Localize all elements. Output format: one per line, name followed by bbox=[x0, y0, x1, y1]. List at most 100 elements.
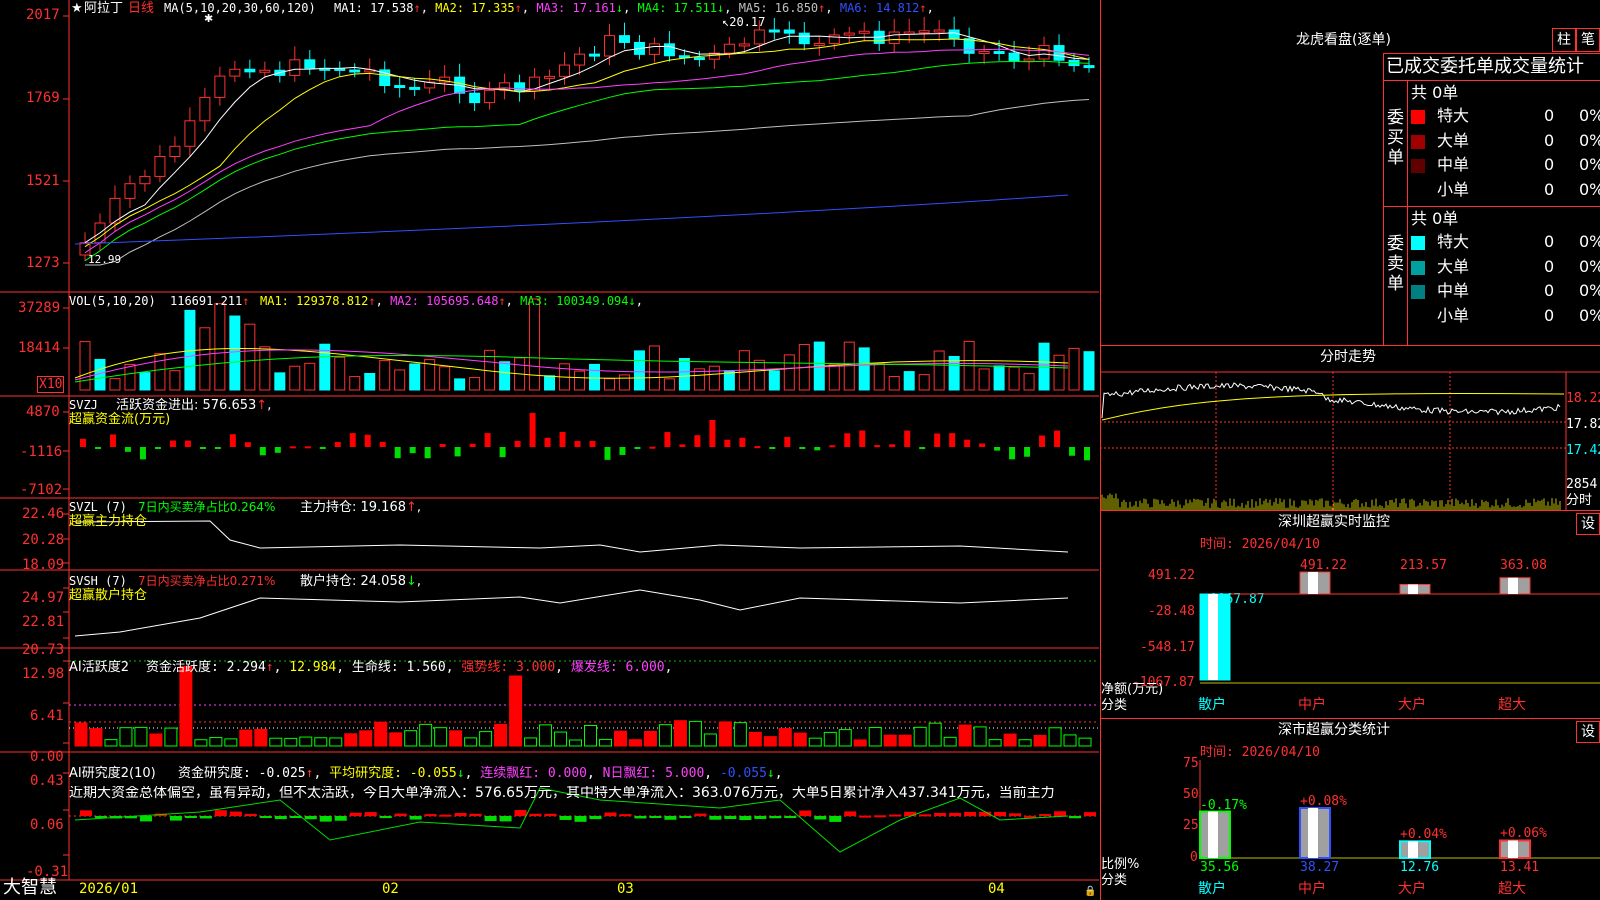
order-count: 0 bbox=[1544, 256, 1555, 276]
fund-flow-bar bbox=[964, 439, 971, 447]
fund-flow-bar bbox=[469, 443, 476, 447]
svzj-subtitle: 超赢资金流(万元) bbox=[69, 412, 171, 427]
period-label[interactable]: 日线 bbox=[128, 1, 154, 16]
fund-flow-bar bbox=[394, 447, 401, 459]
fund-flow-bar bbox=[274, 447, 281, 453]
classify-settings-button[interactable]: 设 bbox=[1576, 721, 1600, 743]
svzl-title: SVZL (7) bbox=[69, 500, 127, 514]
research-bar bbox=[184, 816, 197, 818]
legend-arrow: ↑ bbox=[368, 294, 376, 308]
legend-item: -0.055 bbox=[719, 766, 767, 781]
lock-icon[interactable]: 🔒 bbox=[1084, 884, 1096, 899]
legend-sep: , bbox=[375, 294, 391, 308]
volume-bar bbox=[1023, 373, 1035, 391]
volume-bar bbox=[349, 376, 361, 391]
x-tick: 02 bbox=[382, 881, 399, 897]
tick-view-button[interactable]: 笔 bbox=[1576, 28, 1600, 52]
classify-time: 时间: 2026/04/10 bbox=[1200, 745, 1320, 760]
volume-bar bbox=[334, 356, 346, 391]
volume-bar bbox=[304, 362, 316, 391]
svsh-subtitle: 超赢散户持仓 bbox=[69, 588, 148, 603]
fund-flow-bar bbox=[919, 447, 926, 450]
bar-view-button[interactable]: 柱 bbox=[1552, 28, 1576, 52]
svsh-title: SVSH (7) bbox=[69, 574, 127, 588]
volume-bar bbox=[948, 355, 960, 391]
kline-chart-area[interactable] bbox=[0, 0, 1100, 900]
vol-value: 116691.211↑ bbox=[170, 294, 249, 309]
volume-bar bbox=[633, 350, 645, 391]
research-bar bbox=[274, 816, 287, 820]
svzj-desc: 活跃资金进出: 576.653↑, bbox=[116, 398, 271, 413]
candle-body bbox=[574, 53, 586, 66]
classify-category-label: 大户 bbox=[1398, 881, 1426, 897]
color-swatch bbox=[1411, 260, 1425, 275]
research-bar bbox=[559, 816, 572, 820]
legend-arrow: ↓ bbox=[615, 1, 624, 15]
legend-item: 爆发线: 6.000 bbox=[570, 660, 665, 675]
research-bar bbox=[889, 814, 902, 817]
fund-flow-bar bbox=[139, 447, 146, 460]
classify-change-label: +0.08% bbox=[1300, 793, 1347, 809]
fund-flow-bar bbox=[829, 445, 836, 448]
fenshi-y-tick: 17.82 bbox=[1566, 417, 1600, 432]
legend-arrow: ↑ bbox=[919, 1, 927, 15]
tab-volume-stats[interactable]: 成交量统计 bbox=[1494, 57, 1584, 77]
y-tick: 22.81 bbox=[22, 614, 65, 630]
volume-bar bbox=[169, 370, 181, 391]
candle-body bbox=[1083, 65, 1095, 69]
vol-title: VOL(5,10,20) bbox=[69, 294, 156, 308]
buy-total: 共 0单 bbox=[1411, 83, 1459, 102]
research-bar bbox=[80, 810, 92, 816]
y-tick: 1769 bbox=[26, 90, 60, 106]
svzl-arrow: ↑ bbox=[406, 500, 417, 515]
y-tick: 18.09 bbox=[22, 557, 65, 573]
activity-bar bbox=[658, 724, 672, 747]
volume-bar bbox=[903, 371, 915, 391]
fund-flow-bar bbox=[664, 432, 671, 447]
monitor-value-label: 213.57 bbox=[1400, 558, 1447, 573]
svsh-desc1: 7日内买卖净占比0.271% bbox=[138, 574, 276, 588]
volume-bar bbox=[768, 370, 780, 391]
candle-body bbox=[798, 32, 810, 45]
ma6-line bbox=[74, 194, 1069, 245]
fund-flow-bar bbox=[754, 446, 761, 449]
order-size-label: 小单 bbox=[1437, 179, 1470, 199]
tab-orders[interactable]: 委托单 bbox=[1440, 57, 1494, 77]
monitor-category-label: 大户 bbox=[1398, 697, 1426, 713]
research-bar bbox=[709, 816, 722, 820]
longhu-title: 龙虎看盘(逐单) bbox=[1296, 32, 1391, 48]
research-bar bbox=[514, 810, 527, 816]
activity-bar bbox=[853, 739, 867, 747]
candle-body bbox=[768, 29, 780, 33]
fund-flow-bar bbox=[184, 440, 191, 447]
x-tick: 03 bbox=[617, 881, 634, 897]
activity-bar bbox=[703, 733, 717, 747]
activity-bar bbox=[479, 731, 493, 747]
candle-body bbox=[618, 35, 630, 43]
favorite-star-icon[interactable]: ★ bbox=[71, 1, 83, 16]
monitor-settings-button[interactable]: 设 bbox=[1576, 513, 1600, 535]
legend-item: MA3: 17.161 bbox=[536, 1, 616, 15]
app-logo[interactable]: 大智慧 bbox=[3, 878, 57, 898]
candle-body bbox=[469, 92, 481, 104]
research-bar bbox=[649, 816, 662, 818]
y-tick: -7102 bbox=[20, 482, 63, 498]
y-tick: 24.97 bbox=[22, 590, 65, 606]
candle-body bbox=[948, 29, 960, 40]
activity-bar bbox=[284, 737, 298, 747]
research-bar bbox=[334, 816, 347, 821]
activity-bar bbox=[883, 734, 897, 747]
svzj-title: SVZJ bbox=[69, 398, 98, 412]
research-bar bbox=[679, 816, 692, 818]
fund-flow-bar bbox=[694, 435, 701, 447]
research-bar bbox=[769, 816, 782, 819]
research-bar bbox=[409, 816, 422, 820]
candle-body bbox=[139, 175, 151, 185]
research-bar bbox=[829, 816, 842, 822]
activity-bar bbox=[763, 736, 777, 747]
ma-legend: MA1: 17.538↑, MA2: 17.335↑, MA3: 17.161↓… bbox=[334, 1, 934, 16]
tab-filled[interactable]: 已成交 bbox=[1386, 57, 1440, 77]
sell-side-label: 委卖单 bbox=[1387, 234, 1404, 294]
activity-bar bbox=[509, 675, 523, 747]
research-bar bbox=[859, 815, 872, 818]
